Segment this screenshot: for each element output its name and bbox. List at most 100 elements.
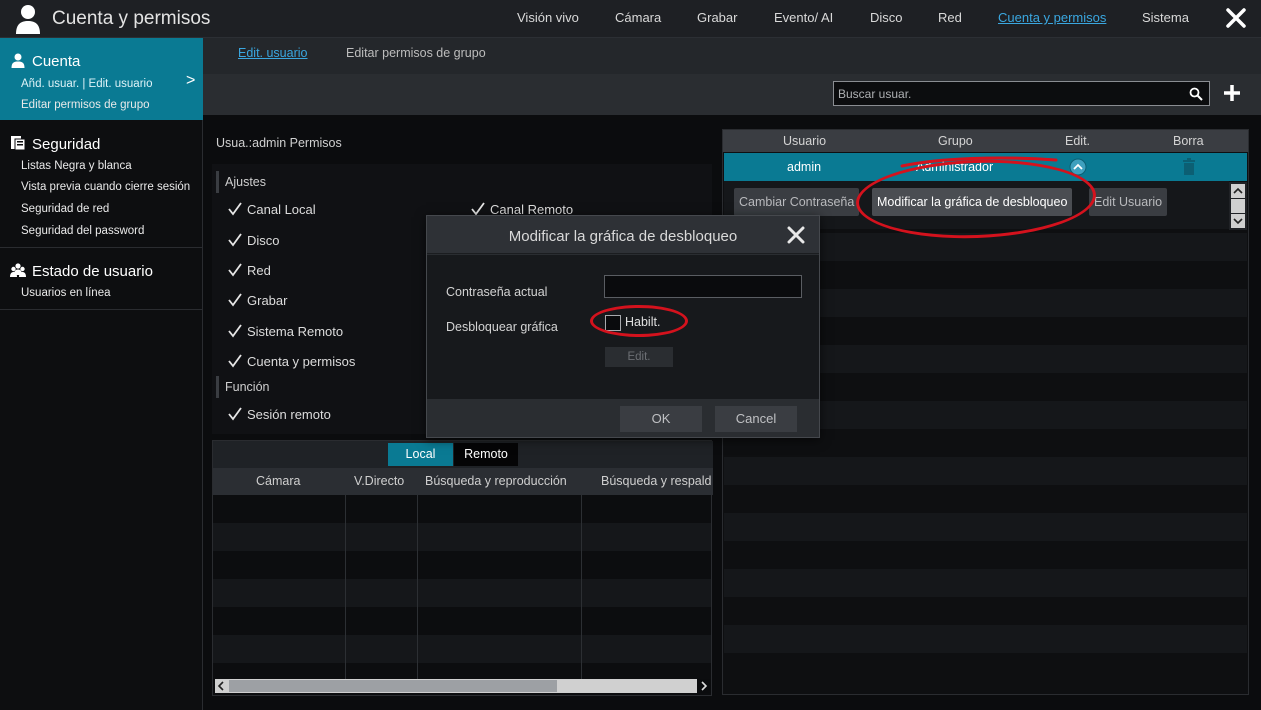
table-row [724,485,1247,513]
column-header-busqueda-reproduccion: Búsqueda y reproducción [425,474,567,488]
trash-icon[interactable] [1182,158,1196,175]
change-password-button[interactable]: Cambiar Contraseña [734,188,860,216]
perm-grabar[interactable]: Grabar [228,293,287,308]
search-placeholder: Buscar usuar. [838,87,912,101]
check-icon [228,324,242,338]
column-header-borra: Borra [1173,134,1204,148]
column-header-busqueda-respaldo: Búsqueda y respaldo [601,474,712,488]
close-icon[interactable] [787,226,805,244]
sidebar-item-seguridad-password[interactable]: Seguridad del password [21,225,144,237]
column-header-grupo: Grupo [938,134,973,148]
nav-grabar[interactable]: Grabar [697,0,737,38]
column-header-usuario: Usuario [783,134,827,148]
perm-canal-local[interactable]: Canal Local [228,202,316,217]
scroll-left-icon[interactable] [215,679,227,693]
collapse-edit-icon[interactable] [1069,158,1087,176]
nav-vision-vivo[interactable]: Visión vivo [517,0,579,38]
modify-unlock-pattern-button[interactable]: Modificar la gráfica de desbloqueo [872,188,1073,216]
perm-label: Red [247,263,271,278]
top-bar: Cuenta y permisos Visión vivo Cámara Gra… [0,0,1261,38]
sidebar-item-edit-group-perms[interactable]: Editar permisos de grupo [21,99,149,111]
search-input[interactable]: Buscar usuar. [833,81,1210,106]
check-icon [228,233,242,247]
column-header-camara: Cámara [256,474,301,488]
edit-pattern-button[interactable]: Edit. [605,347,673,367]
channel-permissions-table: Local Remoto Cámara V.Directo Búsqueda y… [212,440,713,696]
scroll-thumb[interactable] [1231,199,1245,213]
sidebar-head-estado[interactable]: Estado de usuario [10,262,153,280]
enable-label[interactable]: Habilt. [625,315,660,329]
user-icon [16,5,40,34]
perm-label: Grabar [247,293,288,308]
sidebar-item-usuarios-linea[interactable]: Usuarios en línea [21,287,111,299]
cancel-button[interactable]: Cancel [715,406,797,432]
sidebar-head-label: Cuenta [32,53,81,70]
sidebar: Cuenta Añd. usuar. | Edit. usuario Edita… [0,38,203,710]
scroll-down-button[interactable] [1231,214,1245,228]
sidebar-item-vista-previa[interactable]: Vista previa cuando cierre sesión [21,181,190,193]
sidebar-item-listas[interactable]: Listas Negra y blanca [21,160,132,172]
sidebar-head-cuenta[interactable]: Cuenta [10,52,80,70]
search-icon[interactable] [1189,87,1203,101]
column-header-edit: Edit. [1065,134,1091,148]
scroll-right-button[interactable] [697,679,711,693]
perm-sistema-remoto[interactable]: Sistema Remoto [228,324,343,339]
ok-button[interactable]: OK [620,406,702,432]
horizontal-scrollbar[interactable] [215,679,711,693]
perm-red[interactable]: Red [228,263,271,278]
column-divider [581,495,582,681]
perm-cuenta-permisos[interactable]: Cuenta y permisos [228,354,355,369]
enable-checkbox[interactable] [605,315,621,331]
table-row [213,579,711,607]
tab-remoto[interactable]: Remoto [454,443,518,466]
table-row [213,495,711,523]
column-divider [345,495,346,681]
tab-local[interactable]: Local [388,443,453,466]
current-password-field[interactable] [604,275,802,298]
perm-label: Sesión remoto [247,407,331,422]
nav-evento-ai[interactable]: Evento/ AI [774,0,833,38]
check-icon [228,293,242,307]
security-icon [11,136,26,151]
perm-label: Cuenta y permisos [247,354,356,369]
vertical-scrollbar[interactable] [1229,182,1247,230]
nav-cuenta-permisos[interactable]: Cuenta y permisos [998,0,1106,38]
close-icon[interactable] [1222,4,1250,32]
section-funcion: Función [216,376,269,398]
dialog-title: Modificar la gráfica de desbloqueo [508,228,738,245]
unlock-pattern-label: Desbloquear gráfica [446,320,558,334]
chevron-up-icon [1233,187,1243,194]
tab-edit-group-perms[interactable]: Editar permisos de grupo [346,46,486,60]
table-row [213,607,711,635]
perm-label: Sistema Remoto [247,324,344,339]
user-icon [11,53,25,68]
perm-disco[interactable]: Disco [228,233,280,248]
check-icon [471,202,485,216]
nav-disco[interactable]: Disco [870,0,903,38]
table-row [213,523,711,551]
perm-label: Disco [247,233,280,248]
sidebar-item-seguridad-red[interactable]: Seguridad de red [21,203,109,215]
tab-edit-user[interactable]: Edit. usuario [238,46,307,60]
dialog-header: Modificar la gráfica de desbloqueo [427,216,819,254]
perm-sesion-remoto[interactable]: Sesión remoto [228,407,331,422]
subtab-bar: Edit. usuario Editar permisos de grupo [203,38,1261,74]
column-header-clip: Búsqueda y respaldo [583,468,712,495]
nav-camara[interactable]: Cámara [615,0,661,38]
nav-red[interactable]: Red [938,0,962,38]
table-tab-bar: Local Remoto [213,441,713,468]
table-row [724,625,1247,653]
app-title: Cuenta y permisos [52,8,211,29]
scroll-up-button[interactable] [1231,184,1245,198]
edit-user-button[interactable]: Edit Usuario [1089,188,1167,216]
nav-sistema[interactable]: Sistema [1142,0,1189,38]
sidebar-item-add-edit-user[interactable]: Añd. usuar. | Edit. usuario [21,78,152,90]
scroll-thumb[interactable] [229,680,557,692]
current-password-label: Contraseña actual [446,285,548,299]
sidebar-head-seguridad[interactable]: Seguridad [10,135,100,153]
chevron-right-icon: > [186,72,196,89]
add-user-icon[interactable] [1222,83,1242,103]
sidebar-head-label: Seguridad [32,136,101,153]
table-row [724,457,1247,485]
annotation-stroke [900,156,1058,168]
